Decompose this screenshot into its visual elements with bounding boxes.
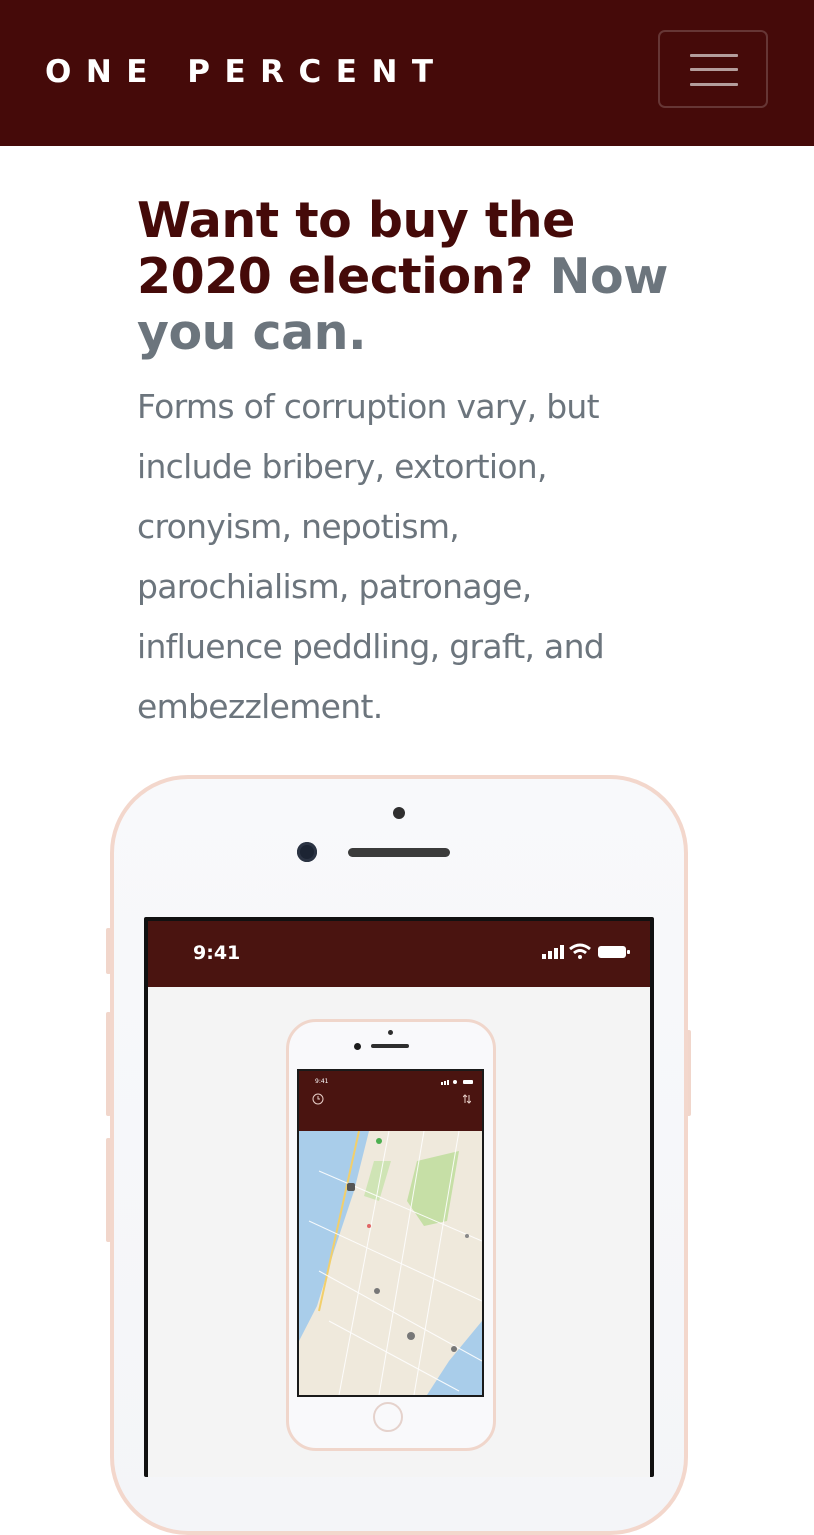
mini-status-icons	[441, 1080, 473, 1085]
mini-map-view	[299, 1131, 482, 1395]
hero-lead: Forms of corruption vary, but include br…	[137, 387, 605, 726]
mini-phone-sensor	[388, 1030, 393, 1035]
mini-app-tabs	[312, 1117, 472, 1127]
mini-status-time: 9:41	[315, 1078, 329, 1085]
battery-icon	[598, 946, 630, 958]
status-icons	[542, 943, 630, 959]
mini-phone-camera	[354, 1043, 361, 1050]
hero-headline: Want to buy the 2020 election? Now you c…	[137, 193, 697, 361]
mini-clock-icon	[312, 1093, 324, 1105]
hamburger-menu-icon-bar	[690, 68, 738, 71]
navbar: ONE PERCENT	[0, 0, 814, 146]
menu-toggle-button[interactable]	[658, 30, 768, 108]
wifi-icon	[569, 943, 591, 959]
mini-home-button	[373, 1402, 403, 1432]
phone-sensor	[393, 807, 405, 819]
hamburger-menu-icon	[690, 54, 738, 57]
phone-speaker	[348, 848, 450, 857]
signal-icon	[542, 945, 564, 959]
phone-camera	[297, 842, 317, 862]
brand-logo[interactable]: ONE PERCENT	[45, 50, 448, 94]
mini-sort-icon	[463, 1094, 471, 1104]
status-time: 9:41	[193, 942, 241, 964]
headline-main: Want to buy the 2020 election?	[137, 192, 575, 305]
hamburger-menu-icon-bar	[690, 83, 738, 86]
mini-phone-speaker	[371, 1044, 409, 1048]
